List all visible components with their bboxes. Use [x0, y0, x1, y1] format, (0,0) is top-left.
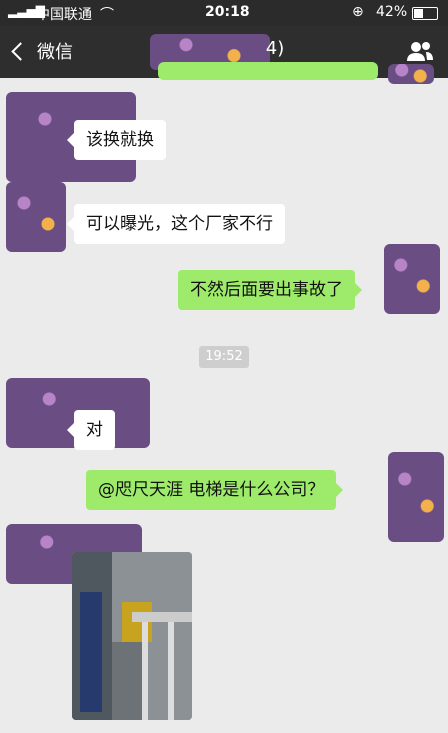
battery-icon: [412, 7, 438, 20]
message-bubble[interactable]: 不然后面要出事故了: [178, 270, 362, 310]
status-bar: ▂▃▅▇ 中国联通 ⌒ 20:18 ⊕ 42%: [0, 0, 448, 26]
photo-thumbnail: [72, 552, 192, 720]
group-members-icon[interactable]: [406, 40, 434, 62]
message-bubble[interactable]: 对: [67, 410, 115, 450]
avatar[interactable]: [384, 244, 440, 314]
previous-message-bubble[interactable]: [158, 62, 378, 80]
wifi-icon: ⌒: [100, 7, 114, 23]
message-bubble[interactable]: 该换就换: [67, 120, 166, 160]
avatar[interactable]: [388, 452, 444, 542]
back-label: 微信: [37, 42, 73, 63]
title-suffix: 4): [265, 38, 285, 59]
carrier-label: 中国联通: [36, 7, 92, 23]
message-bubble[interactable]: @咫尺天涯 电梯是什么公司？: [86, 470, 344, 510]
back-button[interactable]: 微信: [10, 38, 73, 64]
time-divider: 19:52: [199, 346, 249, 368]
avatar-overlay: [6, 182, 66, 252]
chat-area[interactable]: 该换就换 可以曝光，这个厂家不行 不然后面要出事故了 19:52 对 @咫尺天涯…: [0, 62, 448, 733]
clock: 20:18: [205, 4, 250, 20]
chevron-left-icon: [11, 41, 30, 61]
image-message[interactable]: [72, 552, 192, 720]
battery-percent: 42%: [376, 4, 408, 20]
rotation-lock-icon: ⊕: [352, 4, 364, 20]
avatar[interactable]: [388, 64, 434, 84]
message-bubble[interactable]: 可以曝光，这个厂家不行: [67, 204, 285, 244]
